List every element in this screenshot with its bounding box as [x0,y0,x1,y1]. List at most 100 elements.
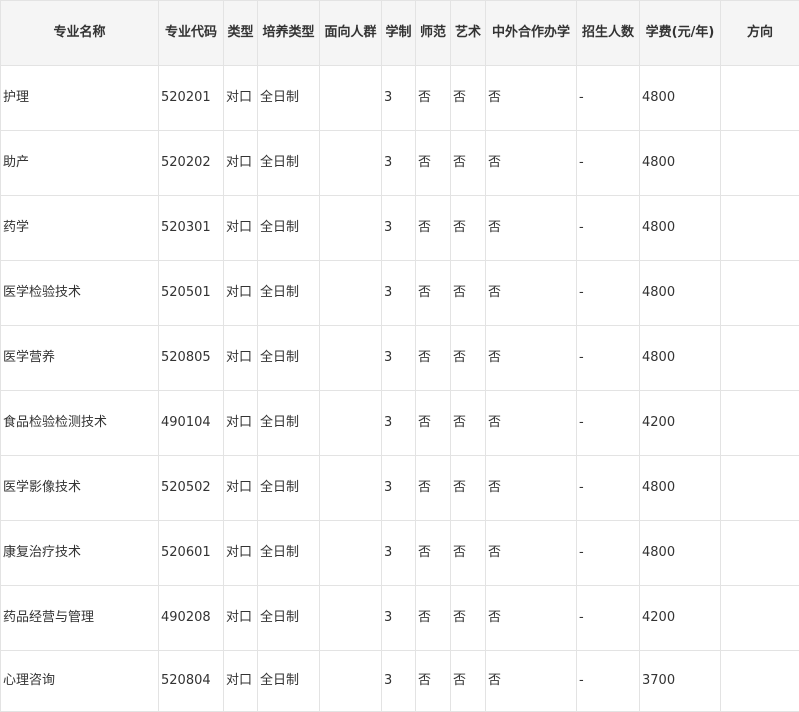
cell-direction [720,65,799,131]
cell-training-type: 全日制 [257,585,320,651]
cell-years: 3 [381,455,416,521]
cell-cooperation: 否 [485,390,577,456]
cell-years: 3 [381,260,416,326]
cell-normal: 否 [415,130,451,196]
cell-training-type: 全日制 [257,390,320,456]
cell-years: 3 [381,325,416,391]
cell-normal: 否 [415,520,451,586]
cell-fee: 4800 [639,65,721,131]
cell-name: 护理 [0,65,159,131]
cell-type: 对口 [223,260,258,326]
cell-art: 否 [450,325,486,391]
cell-fee: 3700 [639,650,721,712]
cell-audience [319,585,382,651]
cell-code: 520501 [158,260,224,326]
header-years: 学制 [381,0,416,66]
cell-audience [319,650,382,712]
header-code: 专业代码 [158,0,224,66]
cell-code: 520804 [158,650,224,712]
cell-cooperation: 否 [485,455,577,521]
header-direction: 方向 [720,0,799,66]
cell-direction [720,650,799,712]
cell-name: 心理咨询 [0,650,159,712]
cell-fee: 4800 [639,520,721,586]
cell-type: 对口 [223,130,258,196]
cell-fee: 4800 [639,260,721,326]
cell-name: 医学检验技术 [0,260,159,326]
table-row: 食品检验检测技术 490104 对口 全日制 3 否 否 否 - 4200 [0,390,799,456]
cell-cooperation: 否 [485,585,577,651]
cell-years: 3 [381,65,416,131]
cell-art: 否 [450,585,486,651]
cell-audience [319,195,382,261]
cell-fee: 4200 [639,585,721,651]
cell-audience [319,260,382,326]
cell-type: 对口 [223,520,258,586]
cell-code: 520502 [158,455,224,521]
cell-enrollment: - [576,325,640,391]
cell-direction [720,325,799,391]
cell-enrollment: - [576,585,640,651]
header-audience: 面向人群 [319,0,382,66]
cell-cooperation: 否 [485,260,577,326]
major-table: 专业名称 专业代码 类型 培养类型 面向人群 学制 师范 艺术 中外合作办学 招… [0,0,799,712]
header-training-type: 培养类型 [257,0,320,66]
cell-type: 对口 [223,390,258,456]
header-art: 艺术 [450,0,486,66]
cell-audience [319,390,382,456]
cell-art: 否 [450,130,486,196]
cell-enrollment: - [576,455,640,521]
cell-fee: 4800 [639,195,721,261]
cell-enrollment: - [576,650,640,712]
table-row: 心理咨询 520804 对口 全日制 3 否 否 否 - 3700 [0,650,799,712]
cell-art: 否 [450,260,486,326]
cell-code: 520201 [158,65,224,131]
cell-art: 否 [450,520,486,586]
cell-name: 助产 [0,130,159,196]
cell-type: 对口 [223,650,258,712]
cell-art: 否 [450,455,486,521]
header-type: 类型 [223,0,258,66]
cell-fee: 4800 [639,130,721,196]
cell-code: 520202 [158,130,224,196]
table-row: 医学影像技术 520502 对口 全日制 3 否 否 否 - 4800 [0,455,799,521]
cell-name: 食品检验检测技术 [0,390,159,456]
cell-code: 490104 [158,390,224,456]
cell-normal: 否 [415,585,451,651]
table-row: 药品经营与管理 490208 对口 全日制 3 否 否 否 - 4200 [0,585,799,651]
cell-fee: 4800 [639,455,721,521]
cell-training-type: 全日制 [257,650,320,712]
cell-enrollment: - [576,390,640,456]
cell-code: 520301 [158,195,224,261]
cell-type: 对口 [223,195,258,261]
cell-name: 康复治疗技术 [0,520,159,586]
cell-direction [720,520,799,586]
cell-training-type: 全日制 [257,520,320,586]
cell-normal: 否 [415,325,451,391]
cell-type: 对口 [223,585,258,651]
cell-normal: 否 [415,65,451,131]
cell-audience [319,65,382,131]
cell-enrollment: - [576,520,640,586]
cell-normal: 否 [415,390,451,456]
cell-normal: 否 [415,650,451,712]
cell-name: 医学影像技术 [0,455,159,521]
header-cooperation: 中外合作办学 [485,0,577,66]
cell-direction [720,455,799,521]
cell-enrollment: - [576,65,640,131]
cell-years: 3 [381,520,416,586]
header-enrollment: 招生人数 [576,0,640,66]
cell-cooperation: 否 [485,195,577,261]
cell-art: 否 [450,195,486,261]
header-normal: 师范 [415,0,451,66]
cell-audience [319,325,382,391]
cell-audience [319,130,382,196]
cell-cooperation: 否 [485,325,577,391]
cell-normal: 否 [415,260,451,326]
cell-training-type: 全日制 [257,325,320,391]
cell-enrollment: - [576,195,640,261]
table-row: 医学检验技术 520501 对口 全日制 3 否 否 否 - 4800 [0,260,799,326]
table-header-row: 专业名称 专业代码 类型 培养类型 面向人群 学制 师范 艺术 中外合作办学 招… [0,0,799,66]
cell-name: 药学 [0,195,159,261]
cell-training-type: 全日制 [257,130,320,196]
